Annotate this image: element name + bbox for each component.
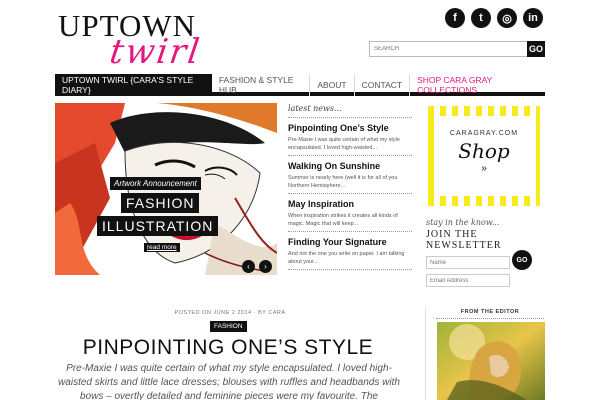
slide-title-line-2: ILLUSTRATION [97, 216, 219, 236]
news-item-excerpt: When inspiration strikes it creates all … [288, 213, 398, 227]
newsletter-title: JOIN THE NEWSLETTER [426, 229, 502, 251]
slide-title-line-1: FASHION [121, 193, 200, 213]
news-item[interactable]: May Inspiration When inspiration strikes… [288, 194, 412, 232]
newsletter-tagline: stay in the know... [426, 218, 500, 227]
post-excerpt: Pre-Maxie I was quite certain of what my… [58, 363, 400, 400]
post-meta: POSTED ON JUNE 2 2014 · BY CARA [174, 310, 286, 316]
nav-item-fashion-hub[interactable]: FASHION & STYLE HUB [212, 74, 311, 96]
nav-item-home[interactable]: UPTOWN TWIRL {CARA'S STYLE DIARY} [55, 74, 212, 96]
ad-arrow-icon: » [481, 163, 487, 174]
linkedin-icon[interactable]: in [523, 8, 543, 28]
twitter-icon[interactable]: t [471, 8, 491, 28]
logo-script: twirl [107, 32, 204, 72]
social-links: f t ◎ in [445, 8, 543, 28]
news-item-title[interactable]: Walking On Sunshine [288, 160, 412, 172]
newsletter-submit-button[interactable]: GO [512, 250, 532, 270]
search-form: GO [369, 41, 545, 57]
newsletter-signup: stay in the know... JOIN THE NEWSLETTER … [426, 218, 546, 287]
post-category-badge[interactable]: FASHION [210, 321, 247, 332]
sidebar-divider [425, 308, 426, 400]
from-the-editor-heading: FROM THE EDITOR [436, 309, 544, 319]
editor-photo [437, 322, 545, 400]
facebook-icon[interactable]: f [445, 8, 465, 28]
newsletter-email-field[interactable] [426, 274, 510, 287]
instagram-icon[interactable]: ◎ [497, 8, 517, 28]
main-nav: UPTOWN TWIRL {CARA'S STYLE DIARY} FASHIO… [55, 74, 545, 96]
news-item[interactable]: Finding Your Signature And not the one y… [288, 232, 412, 270]
ad-shop-label: Shop [458, 139, 510, 163]
ad-url: CARAGRAY.COM [449, 130, 519, 137]
featured-slider[interactable]: Artwork Announcement FASHION ILLUSTRATIO… [55, 103, 277, 275]
shop-ad-inner: CARAGRAY.COM Shop » [438, 116, 530, 196]
news-item-title[interactable]: May Inspiration [288, 198, 412, 210]
search-input[interactable] [369, 41, 527, 57]
news-item[interactable]: Pinpointing One’s Style Pre-Maxie I was … [288, 118, 412, 156]
nav-item-about[interactable]: ABOUT [310, 74, 355, 96]
news-item-excerpt: Pre-Maxie I was quite certain of what my… [288, 137, 400, 151]
read-more-link[interactable]: read more [144, 243, 180, 252]
news-item-title[interactable]: Pinpointing One’s Style [288, 122, 412, 134]
chevron-left-icon[interactable]: ‹ [242, 260, 255, 273]
latest-news-heading: latest news... [288, 104, 412, 118]
news-item[interactable]: Walking On Sunshine Summer is nearly her… [288, 156, 412, 194]
shop-ad-banner[interactable]: CARAGRAY.COM Shop » [428, 106, 540, 206]
slide-tag: Artwork Announcement [110, 177, 201, 190]
search-button[interactable]: GO [527, 41, 545, 57]
news-item-excerpt: Summer is nearly here (well it is for al… [288, 175, 398, 189]
news-item-excerpt: And not the one you write on paper. I am… [288, 251, 405, 265]
latest-news: latest news... Pinpointing One’s Style P… [288, 104, 412, 270]
chevron-right-icon[interactable]: › [259, 260, 272, 273]
site-logo[interactable]: UPTOWN twirl [58, 10, 218, 73]
nav-item-contact[interactable]: CONTACT [355, 74, 411, 96]
news-item-title[interactable]: Finding Your Signature [288, 236, 412, 248]
nav-item-shop[interactable]: SHOP CARA GRAY COLLECTIONS [410, 74, 545, 96]
newsletter-name-field[interactable] [426, 256, 510, 269]
post-title[interactable]: PINPOINTING ONE’S STYLE [55, 336, 401, 360]
